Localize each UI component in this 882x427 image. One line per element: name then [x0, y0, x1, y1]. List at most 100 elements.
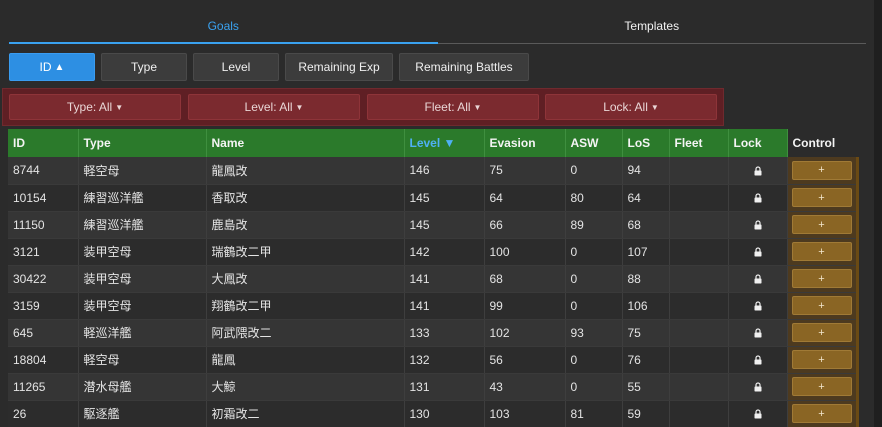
table-row[interactable]: 18804 軽空母 龍鳳 132 56 0 76 + — [8, 346, 859, 374]
cell-name: 大鳳改 — [206, 265, 405, 293]
cell-level: 132 — [404, 346, 485, 374]
cell-los: 64 — [622, 184, 670, 212]
cell-los: 106 — [622, 292, 670, 320]
cell-asw: 0 — [565, 265, 623, 293]
scrollbar-track[interactable] — [874, 0, 882, 427]
level-filter-label: Level: All — [244, 100, 293, 114]
cell-id: 18804 — [8, 346, 79, 374]
cell-fleet — [669, 211, 729, 239]
cell-control: + — [787, 184, 859, 212]
cell-type: 装甲空母 — [78, 265, 207, 293]
cell-name: 龍鳳 — [206, 346, 405, 374]
cell-los: 94 — [622, 157, 670, 185]
table-row[interactable]: 8744 軽空母 龍鳳改 146 75 0 94 + — [8, 157, 859, 185]
col-header-level[interactable]: Level ▼ — [404, 129, 485, 157]
sort-level-button[interactable]: Level — [193, 53, 279, 81]
cell-fleet — [669, 238, 729, 266]
cell-level: 130 — [404, 400, 485, 427]
cell-fleet — [669, 157, 729, 185]
col-header-fleet[interactable]: Fleet — [669, 129, 729, 157]
cell-evasion: 64 — [484, 184, 566, 212]
cell-asw: 81 — [565, 400, 623, 427]
col-header-los[interactable]: LoS — [622, 129, 670, 157]
add-goal-button[interactable]: + — [791, 296, 852, 315]
lock-filter-label: Lock: All — [603, 100, 648, 114]
tab-goals[interactable]: Goals — [9, 8, 438, 44]
level-filter-dropdown[interactable]: Level: All ▼ — [188, 94, 360, 120]
table-row[interactable]: 30422 装甲空母 大鳳改 141 68 0 88 + — [8, 265, 859, 293]
cell-control: + — [787, 346, 859, 374]
cell-name: 香取改 — [206, 184, 405, 212]
sort-remaining-battles-button[interactable]: Remaining Battles — [399, 53, 529, 81]
lock-icon — [754, 274, 762, 284]
sort-id-label: ID — [39, 60, 52, 74]
cell-evasion: 68 — [484, 265, 566, 293]
cell-id: 30422 — [8, 265, 79, 293]
add-goal-button[interactable]: + — [791, 215, 852, 234]
lock-icon — [754, 382, 762, 392]
cell-control: + — [787, 292, 859, 320]
col-header-type[interactable]: Type — [78, 129, 207, 157]
col-header-id[interactable]: ID — [8, 129, 79, 157]
type-filter-dropdown[interactable]: Type: All ▼ — [9, 94, 181, 120]
cell-level: 131 — [404, 373, 485, 401]
table-row[interactable]: 3159 装甲空母 翔鶴改二甲 141 99 0 106 + — [8, 292, 859, 320]
sort-remaining-exp-button[interactable]: Remaining Exp — [285, 53, 393, 81]
lock-filter-dropdown[interactable]: Lock: All ▼ — [545, 94, 717, 120]
col-header-name[interactable]: Name — [206, 129, 405, 157]
col-header-evasion[interactable]: Evasion — [484, 129, 566, 157]
cell-name: 阿武隈改二 — [206, 319, 405, 347]
cell-lock — [728, 184, 788, 212]
col-header-lock[interactable]: Lock — [728, 129, 788, 157]
add-goal-button[interactable]: + — [791, 160, 852, 180]
add-goal-button[interactable]: + — [791, 377, 852, 396]
cell-fleet — [669, 346, 729, 374]
cell-control: + — [787, 265, 859, 293]
table-row[interactable]: 10154 練習巡洋艦 香取改 145 64 80 64 + — [8, 184, 859, 212]
cell-lock — [728, 319, 788, 347]
tab-templates[interactable]: Templates — [438, 8, 867, 43]
cell-name: 初霜改二 — [206, 400, 405, 427]
add-goal-button[interactable]: + — [791, 404, 852, 423]
add-goal-button[interactable]: + — [791, 269, 852, 288]
add-goal-button[interactable]: + — [791, 242, 852, 261]
cell-lock — [728, 238, 788, 266]
cell-asw: 0 — [565, 346, 623, 374]
cell-evasion: 43 — [484, 373, 566, 401]
cell-asw: 0 — [565, 157, 623, 185]
cell-id: 11265 — [8, 373, 79, 401]
cell-id: 8744 — [8, 157, 79, 185]
cell-asw: 93 — [565, 319, 623, 347]
fleet-filter-dropdown[interactable]: Fleet: All ▼ — [367, 94, 539, 120]
add-goal-button[interactable]: + — [791, 188, 852, 207]
cell-control: + — [787, 400, 859, 427]
cell-level: 145 — [404, 184, 485, 212]
cell-fleet — [669, 292, 729, 320]
cell-level: 146 — [404, 157, 485, 185]
cell-evasion: 66 — [484, 211, 566, 239]
table-row[interactable]: 3121 装甲空母 瑞鶴改二甲 142 100 0 107 + — [8, 238, 859, 266]
add-goal-button[interactable]: + — [791, 323, 852, 342]
cell-fleet — [669, 184, 729, 212]
table-header-row: ID Type Name Level ▼ Evasion ASW LoS Fle… — [8, 129, 857, 157]
cell-type: 練習巡洋艦 — [78, 211, 207, 239]
cell-control: + — [787, 373, 859, 401]
cell-level: 133 — [404, 319, 485, 347]
cell-control: + — [787, 211, 859, 239]
cell-lock — [728, 373, 788, 401]
cell-id: 3121 — [8, 238, 79, 266]
sort-id-button[interactable]: ID ▲ — [9, 53, 95, 81]
table-row[interactable]: 11150 練習巡洋艦 鹿島改 145 66 89 68 + — [8, 211, 859, 239]
col-header-asw[interactable]: ASW — [565, 129, 623, 157]
table-row[interactable]: 645 軽巡洋艦 阿武隈改二 133 102 93 75 + — [8, 319, 859, 347]
lock-icon — [754, 193, 762, 203]
table-row[interactable]: 11265 潜水母艦 大鯨 131 43 0 55 + — [8, 373, 859, 401]
table-row[interactable]: 26 駆逐艦 初霜改二 130 103 81 59 + — [8, 400, 859, 427]
filter-bar: Type: All ▼ Level: All ▼ Fleet: All ▼ Lock:… — [2, 88, 724, 126]
sort-buttons: ID ▲ Type Level Remaining Exp Remaining … — [9, 53, 529, 81]
lock-icon — [754, 409, 762, 419]
cell-type: 潜水母艦 — [78, 373, 207, 401]
sort-type-button[interactable]: Type — [101, 53, 187, 81]
cell-control: + — [787, 238, 859, 266]
add-goal-button[interactable]: + — [791, 350, 852, 369]
